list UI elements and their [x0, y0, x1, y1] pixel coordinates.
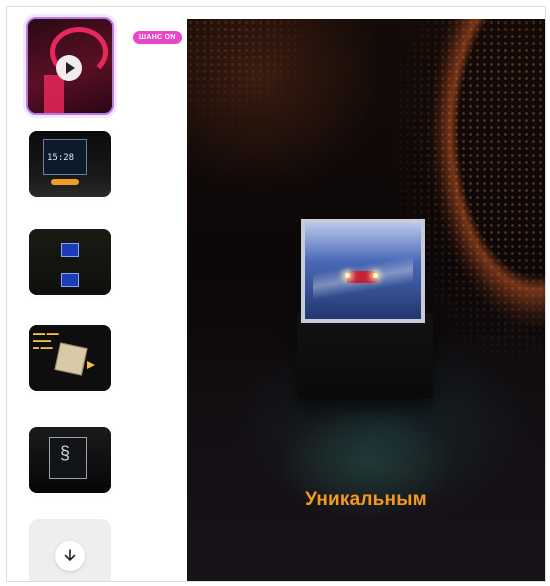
thumbnail-rail: 15:28 ▬▬ ▬▬ ▬▬▬ ▬ ▬▬ § [7, 7, 187, 581]
thumbnail-4-arrow-graphic [87, 361, 95, 369]
thumbnail-4-box-graphic [54, 342, 88, 376]
thumbnail-3-device-bottom [61, 273, 79, 287]
download-button[interactable] [29, 519, 111, 581]
thumbnail-image-3[interactable] [29, 229, 111, 295]
thumbnail-image-5[interactable]: § [29, 427, 111, 493]
thumbnail-2-clock: 15:28 [47, 153, 75, 163]
device-base [297, 313, 433, 399]
download-arrow-svg [64, 549, 76, 561]
device-screen-headlight-right [373, 273, 378, 278]
thumbnail-image-2[interactable]: 15:28 [29, 131, 111, 197]
product-media-viewer: 15:28 ▬▬ ▬▬ ▬▬▬ ▬ ▬▬ § Уникальным ШАНС O… [6, 6, 546, 582]
main-video-player[interactable]: Уникальным [187, 19, 545, 581]
video-caption: Уникальным [305, 489, 427, 510]
play-icon[interactable] [56, 55, 82, 81]
thumbnail-3-device-top [61, 243, 79, 257]
device-screen-headlight-left [345, 273, 350, 278]
thumbnail-image-4[interactable]: ▬▬ ▬▬ ▬▬▬ ▬ ▬▬ [29, 325, 111, 391]
download-arrow-icon[interactable] [55, 541, 85, 571]
thumbnail-stripe-graphic [44, 75, 64, 113]
device-screen [301, 219, 425, 323]
thumbnail-2-orange-bar [51, 179, 79, 185]
thumbnail-5-glyph: § [60, 443, 71, 463]
promo-badge[interactable]: ШАНС ON [133, 31, 182, 44]
thumbnail-video[interactable] [26, 17, 114, 115]
